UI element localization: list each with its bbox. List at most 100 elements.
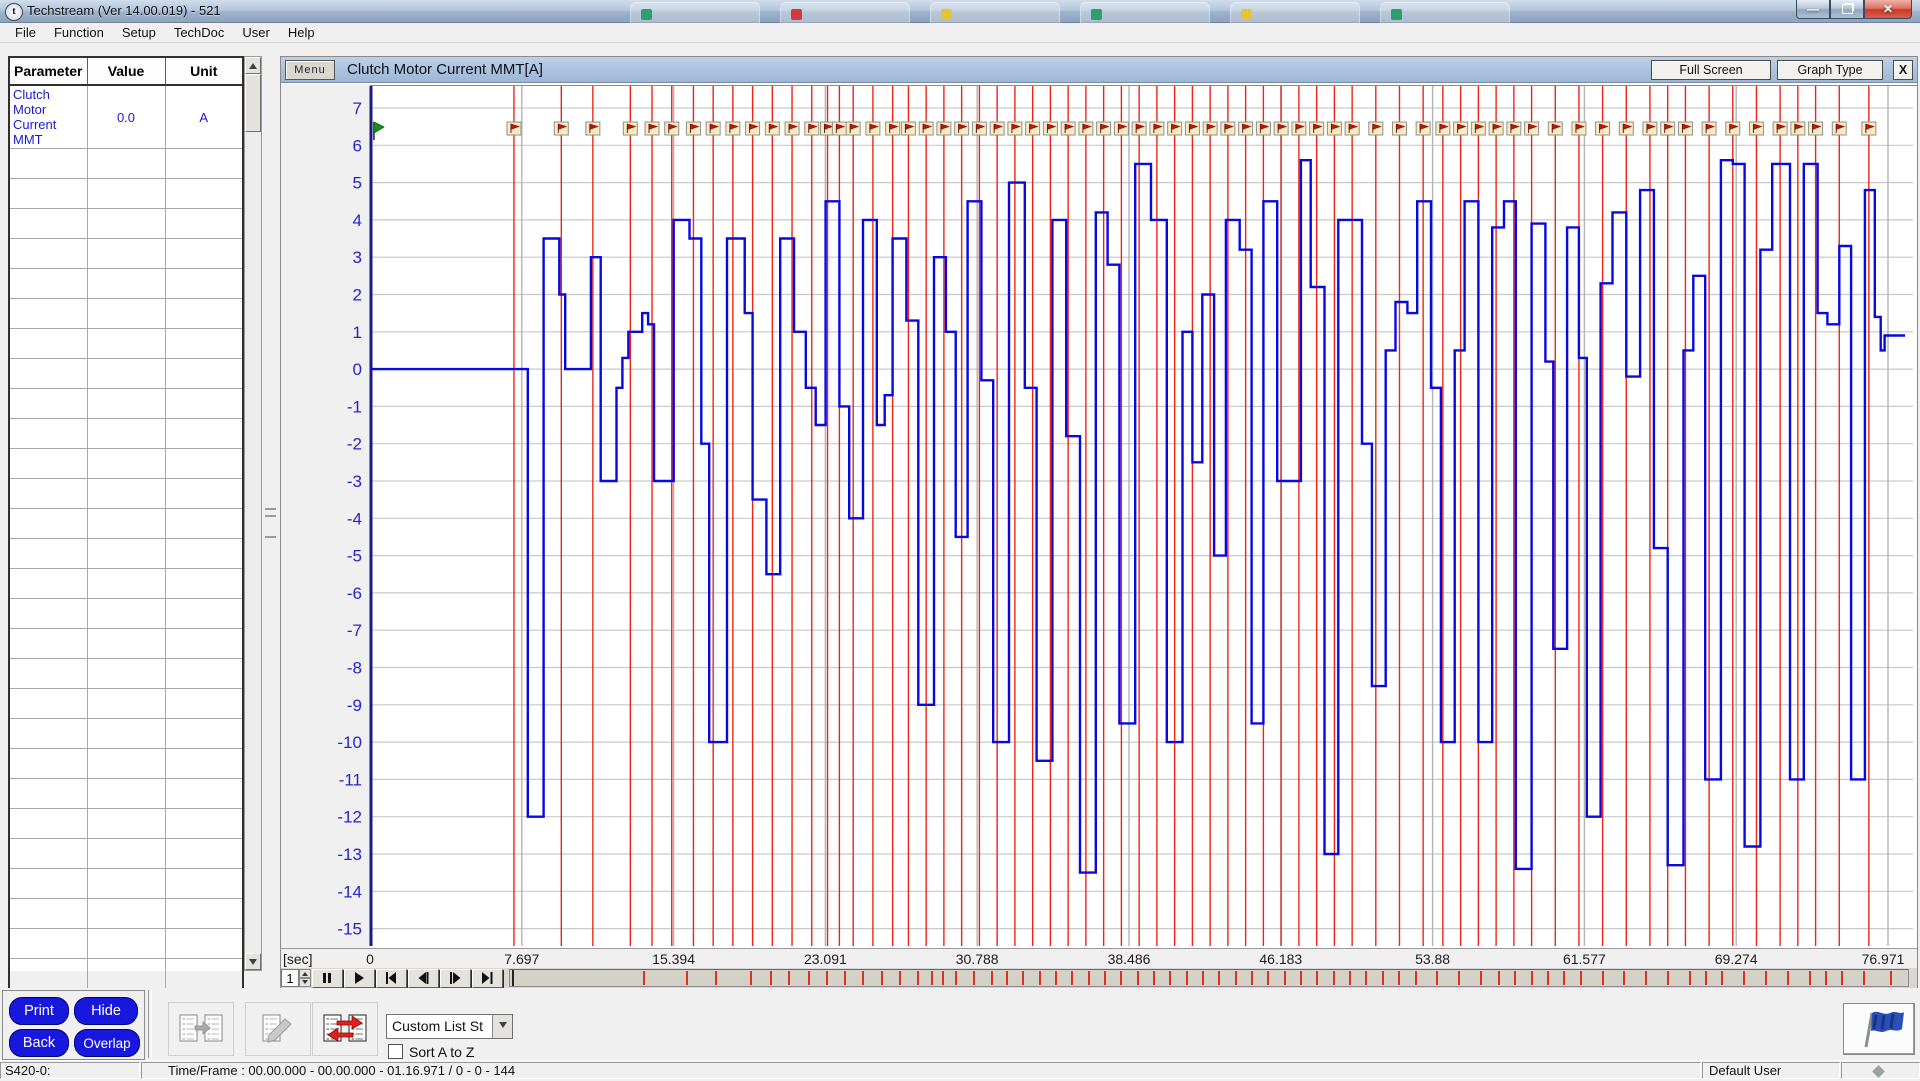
event-flag-icon[interactable]: [645, 122, 659, 135]
event-flag-icon[interactable]: [1203, 122, 1217, 135]
event-flag-icon[interactable]: [507, 122, 521, 135]
table-row[interactable]: Clutch Motor Current MMT0.0A: [9, 85, 243, 149]
scroll-up-button[interactable]: [245, 57, 261, 74]
print-button[interactable]: Print: [9, 997, 69, 1025]
event-flag-icon[interactable]: [1097, 122, 1111, 135]
event-flag-icon[interactable]: [785, 122, 799, 135]
menu-techdoc[interactable]: TechDoc: [165, 23, 234, 43]
event-flag-icon[interactable]: [1678, 122, 1692, 135]
event-flag-icon[interactable]: [1345, 122, 1359, 135]
event-flag-icon[interactable]: [726, 122, 740, 135]
event-flag-icon[interactable]: [586, 122, 600, 135]
event-flag-icon[interactable]: [955, 122, 969, 135]
graph-type-button[interactable]: Graph Type: [1777, 60, 1883, 80]
event-flag-icon[interactable]: [886, 122, 900, 135]
menu-file[interactable]: File: [6, 23, 45, 43]
event-flag-icon[interactable]: [1702, 122, 1716, 135]
event-flag-icon[interactable]: [1507, 122, 1521, 135]
column-header[interactable]: Parameter: [9, 57, 87, 85]
frame-spinner[interactable]: 1: [281, 969, 299, 987]
step-forward-button[interactable]: [440, 969, 471, 988]
event-flag-icon[interactable]: [1661, 122, 1675, 135]
close-button[interactable]: ✕: [1864, 0, 1912, 19]
menu-help[interactable]: Help: [279, 23, 324, 43]
event-flag-icon[interactable]: [1809, 122, 1823, 135]
event-flag-icon[interactable]: [1726, 122, 1740, 135]
back-button[interactable]: Back: [9, 1029, 69, 1057]
event-flag-icon[interactable]: [1832, 122, 1846, 135]
event-flag-icon[interactable]: [901, 122, 915, 135]
event-flag-icon[interactable]: [1185, 122, 1199, 135]
scroll-down-button[interactable]: [245, 953, 261, 970]
event-flag-icon[interactable]: [1749, 122, 1763, 135]
restore-button[interactable]: [1830, 0, 1864, 19]
event-flag-icon[interactable]: [866, 122, 880, 135]
scrollbar-thumb[interactable]: [245, 74, 261, 132]
event-flag-icon[interactable]: [1392, 122, 1406, 135]
event-flag-icon[interactable]: [706, 122, 720, 135]
event-flag-icon[interactable]: [1168, 122, 1182, 135]
event-flag-icon[interactable]: [1026, 122, 1040, 135]
event-flag-icon[interactable]: [1150, 122, 1164, 135]
event-flag-icon[interactable]: [1791, 122, 1805, 135]
event-flag-icon[interactable]: [846, 122, 860, 135]
event-flag-icon[interactable]: [554, 122, 568, 135]
parameter-table-scrollbar[interactable]: [244, 56, 262, 971]
event-flag-icon[interactable]: [1572, 122, 1586, 135]
event-flag-icon[interactable]: [1416, 122, 1430, 135]
flag-button[interactable]: [1843, 1003, 1915, 1055]
skip-to-end-button[interactable]: [472, 969, 503, 988]
event-flag-icon[interactable]: [1008, 122, 1022, 135]
event-flag-icon[interactable]: [686, 122, 700, 135]
spinner-up-button[interactable]: [299, 969, 311, 978]
menu-user[interactable]: User: [233, 23, 278, 43]
pause-button[interactable]: [312, 969, 343, 988]
event-flag-icon[interactable]: [1079, 122, 1093, 135]
event-flag-icon[interactable]: [1525, 122, 1539, 135]
event-flag-icon[interactable]: [1862, 122, 1876, 135]
swap-list-button[interactable]: [312, 1002, 378, 1056]
event-flag-icon[interactable]: [1043, 122, 1057, 135]
event-flag-icon[interactable]: [1274, 122, 1288, 135]
event-flag-icon[interactable]: [1489, 122, 1503, 135]
event-flag-icon[interactable]: [919, 122, 933, 135]
column-header[interactable]: Unit: [165, 57, 243, 85]
event-flag-icon[interactable]: [972, 122, 986, 135]
event-flag-icon[interactable]: [1773, 122, 1787, 135]
copy-list-button[interactable]: [168, 1002, 234, 1056]
event-flag-icon[interactable]: [1548, 122, 1562, 135]
event-flag-icon[interactable]: [623, 122, 637, 135]
menu-setup[interactable]: Setup: [113, 23, 165, 43]
play-button[interactable]: [344, 969, 375, 988]
event-flag-icon[interactable]: [1471, 122, 1485, 135]
event-flag-icon[interactable]: [805, 122, 819, 135]
event-flag-icon[interactable]: [1643, 122, 1657, 135]
event-flag-icon[interactable]: [1239, 122, 1253, 135]
event-flag-icon[interactable]: [1369, 122, 1383, 135]
event-flag-icon[interactable]: [1132, 122, 1146, 135]
event-flag-icon[interactable]: [1327, 122, 1341, 135]
event-flag-icon[interactable]: [665, 122, 679, 135]
dropdown-arrow-button[interactable]: [492, 1015, 512, 1038]
list-selector-combobox[interactable]: Custom List St: [386, 1014, 513, 1039]
spinner-down-button[interactable]: [299, 978, 311, 987]
event-flag-icon[interactable]: [746, 122, 760, 135]
full-screen-button[interactable]: Full Screen: [1651, 60, 1771, 80]
event-flag-icon[interactable]: [1221, 122, 1235, 135]
overlap-button[interactable]: Overlap: [74, 1029, 140, 1057]
hide-button[interactable]: Hide: [74, 997, 138, 1025]
column-header[interactable]: Value: [87, 57, 165, 85]
event-flag-icon[interactable]: [937, 122, 951, 135]
timeline-track[interactable]: [509, 969, 1909, 987]
skip-to-start-button[interactable]: [376, 969, 407, 988]
menu-function[interactable]: Function: [45, 23, 113, 43]
event-flag-icon[interactable]: [765, 122, 779, 135]
event-flag-icon[interactable]: [1256, 122, 1270, 135]
event-flag-icon[interactable]: [832, 122, 846, 135]
event-flag-icon[interactable]: [1454, 122, 1468, 135]
event-flag-icon[interactable]: [1596, 122, 1610, 135]
event-flag-icon[interactable]: [1310, 122, 1324, 135]
edit-list-button[interactable]: [245, 1002, 311, 1056]
graph-menu-button[interactable]: Menu: [285, 60, 335, 80]
event-flag-icon[interactable]: [1114, 122, 1128, 135]
